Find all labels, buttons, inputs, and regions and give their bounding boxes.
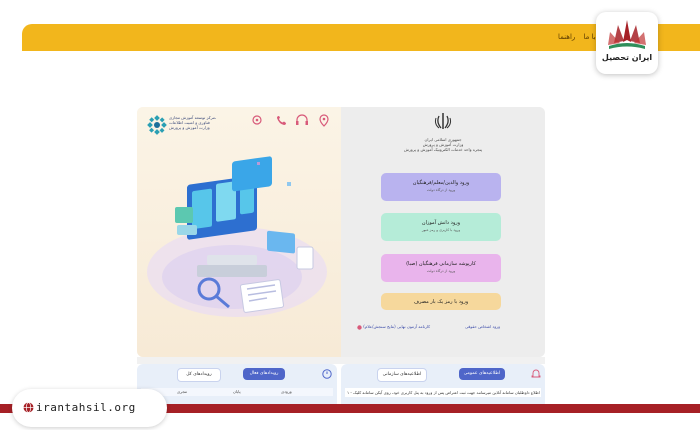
website-url: irantahsil.org xyxy=(36,401,136,414)
separator-stripe xyxy=(137,357,545,364)
tab-active-events[interactable]: رویدادهای فعال xyxy=(243,368,285,380)
share-icon[interactable] xyxy=(252,115,262,125)
tab-all-events[interactable]: رویدادهای کل xyxy=(177,368,221,382)
notice-item[interactable]: ۱ - به اطلاع داوطلبان سامانه آنلاین میرس… xyxy=(345,388,541,397)
login-panel: جمهوری اسلامی ایران وزارت آموزش و پرورش … xyxy=(341,107,545,357)
legal-login-link[interactable]: ورود اشخاص حقوقی xyxy=(465,324,500,329)
education-illustration xyxy=(147,156,327,317)
col-end: پایان xyxy=(233,389,241,394)
phone-icon[interactable] xyxy=(277,116,286,125)
col-start: ورودی xyxy=(281,389,292,394)
gov-title: جمهوری اسلامی ایران وزارت آموزش و پرورش … xyxy=(403,137,483,152)
org-title: مرکز توسعه آموزش مجازی، فناوری و امنیت ا… xyxy=(169,115,217,130)
website-url-badge: irantahsil.org xyxy=(12,389,167,427)
org-logo-icon xyxy=(147,115,167,135)
brand-name: ایران تحصیل xyxy=(601,53,653,62)
chat-icon xyxy=(357,324,362,330)
location-icon[interactable] xyxy=(319,114,329,127)
students-login-button[interactable]: ورود دانش آموزان ورود با کاربری و رمز عب… xyxy=(381,213,501,241)
events-table-header: ورودی پایان مجری xyxy=(141,388,333,396)
contact-icons xyxy=(252,114,329,127)
guide-link[interactable]: راهنما xyxy=(558,33,575,41)
staff-saba-login-button[interactable]: کارپوشه سازمانی فرهنگیان (صبا) ورود از د… xyxy=(381,254,501,282)
headset-icon[interactable] xyxy=(296,114,308,125)
onetime-password-button[interactable]: ورود با رمز یک بار مصرف xyxy=(381,293,501,310)
tab-org-notices[interactable]: اطلاعیه‌های سازمانی xyxy=(377,368,427,382)
login-card: مرکز توسعه آموزش مجازی، فناوری و امنیت ا… xyxy=(137,107,545,357)
col-host: مجری xyxy=(177,389,188,394)
globe-icon xyxy=(23,402,34,413)
brand-logo: ایران تحصیل xyxy=(596,12,658,74)
book-logo-icon xyxy=(608,20,646,49)
emblem-icon xyxy=(434,113,452,129)
exam-results-link[interactable]: کارنامه آزمون نهایی (نتایج سنجش/علام) xyxy=(357,324,430,330)
bell-icon xyxy=(531,369,541,378)
illustration-panel: مرکز توسعه آموزش مجازی، فناوری و امنیت ا… xyxy=(137,107,341,357)
parents-login-button[interactable]: ورود والدین/معلم/فرهنگیان ورود از درگاه … xyxy=(381,173,501,201)
calendar-icon xyxy=(322,369,332,379)
tab-public-notices[interactable]: اطلاعیه‌های عمومی xyxy=(459,368,505,380)
